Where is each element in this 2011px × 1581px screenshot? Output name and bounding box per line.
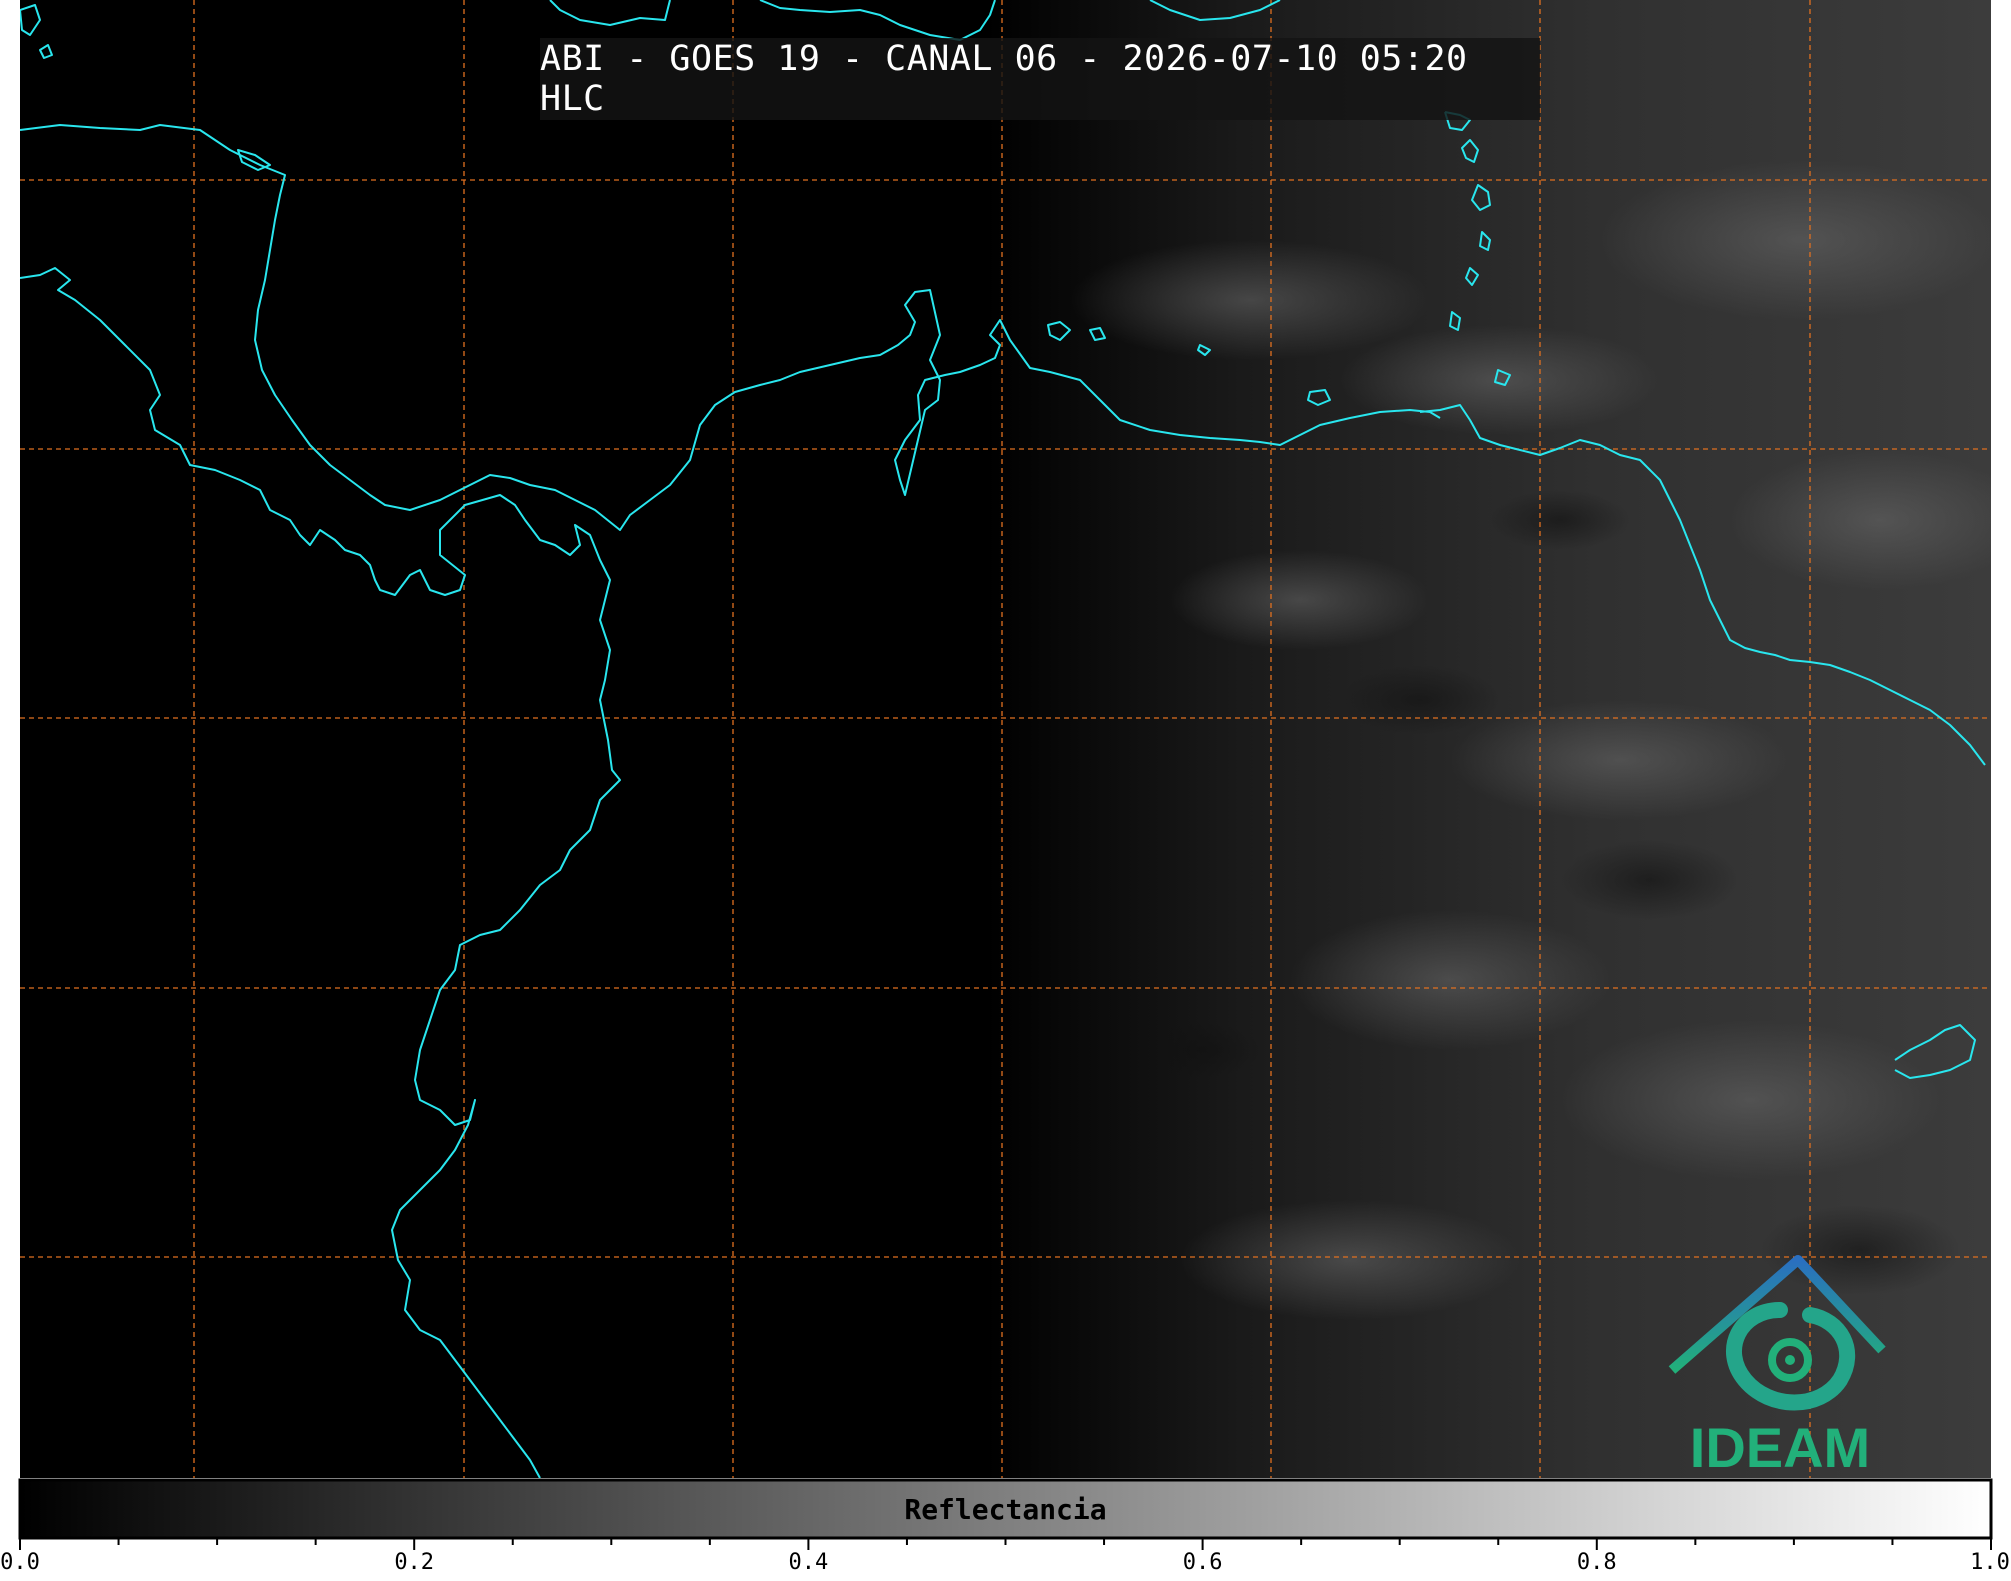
colorbar-tick-label: 0.2 bbox=[394, 1550, 435, 1575]
image-title: ABI - GOES 19 - CANAL 06 - 2026-07-10 05… bbox=[540, 38, 1540, 120]
map-area bbox=[20, 0, 1991, 1478]
colorbar-tick-label: 0.6 bbox=[1182, 1550, 1223, 1575]
logo-text: IDEAM bbox=[1690, 1416, 1870, 1479]
satellite-figure: IDEAM ABI - GOES 19 - CANAL 06 - 2026-07… bbox=[0, 0, 2011, 1577]
colorbar-label: Reflectancia bbox=[904, 1492, 1107, 1526]
map-svg: IDEAM bbox=[18, 0, 1993, 1550]
colorbar-tick-label: 1.0 bbox=[1970, 1550, 2010, 1575]
colorbar-tick-label: 0.0 bbox=[0, 1550, 40, 1575]
colorbar-ticks bbox=[19, 1538, 1992, 1550]
colorbar-tick-label: 0.4 bbox=[788, 1550, 829, 1575]
colorbar-tick-label: 0.8 bbox=[1576, 1550, 1617, 1575]
